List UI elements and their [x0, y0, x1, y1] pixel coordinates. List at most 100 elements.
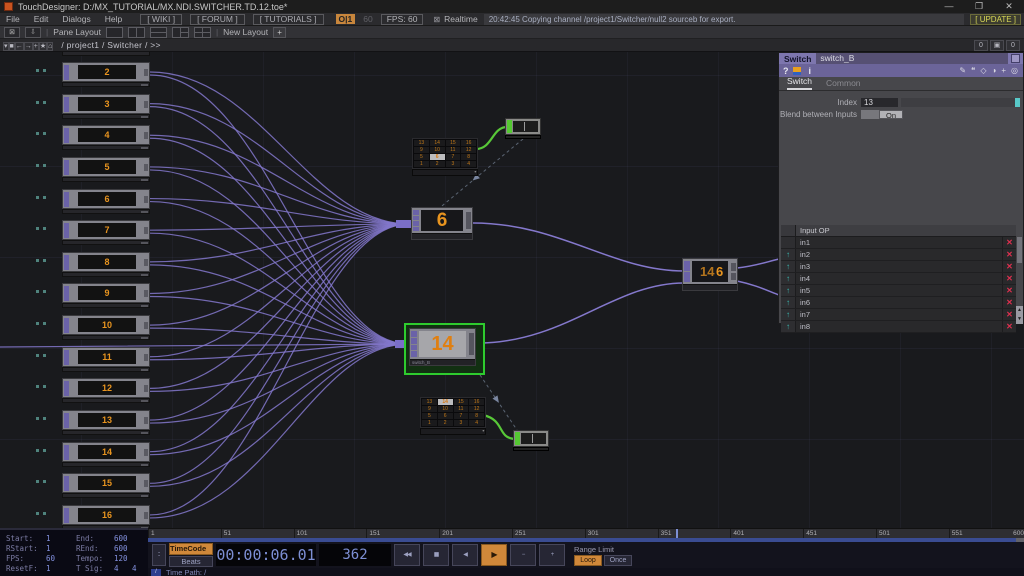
menu-file[interactable]: File: [6, 14, 20, 24]
null-chop-b[interactable]: [513, 430, 549, 452]
add-bookmark-button[interactable]: +: [33, 42, 39, 51]
input-top-node-3[interactable]: 3: [62, 94, 150, 120]
output-connector[interactable]: [144, 164, 148, 171]
selector-cell-5[interactable]: 5: [414, 154, 429, 160]
menu-dialogs[interactable]: Dialogs: [62, 14, 90, 24]
minimize-button[interactable]: —: [934, 1, 964, 12]
input-connectors[interactable]: [684, 261, 690, 282]
input-top-node-13[interactable]: 13: [62, 410, 150, 436]
output-connector[interactable]: [144, 417, 148, 424]
output-connector[interactable]: [144, 512, 148, 519]
output-connector[interactable]: [144, 69, 148, 76]
selector-cell-7[interactable]: 7: [454, 413, 469, 419]
selector-cell-14[interactable]: 14: [430, 140, 445, 146]
input-top-node-12[interactable]: 12: [62, 378, 150, 404]
delete-row-icon[interactable]: ✕: [1003, 250, 1016, 259]
input-top-node-15[interactable]: 15: [62, 473, 150, 499]
output-connector[interactable]: [144, 259, 148, 266]
language-icon[interactable]: [793, 67, 801, 75]
current-op-button[interactable]: ■: [9, 42, 15, 51]
selector-cell-9[interactable]: 9: [414, 147, 429, 153]
layout-preset-hsplit[interactable]: [150, 27, 167, 38]
selector-cell-6[interactable]: 6: [430, 154, 445, 160]
param-tab-common[interactable]: Common: [826, 78, 860, 90]
input-top-node-14[interactable]: 14: [62, 442, 150, 468]
selector-cell-2[interactable]: 2: [430, 161, 445, 167]
output-top-node[interactable]: 14 6: [682, 258, 738, 291]
pane-maximize-button[interactable]: ▣: [990, 40, 1004, 51]
menu-help[interactable]: Help: [105, 14, 122, 24]
selector-cell-14[interactable]: 14: [438, 399, 453, 405]
move-up-icon[interactable]: ↑: [781, 249, 796, 260]
color-wheel-icon[interactable]: ◑: [992, 66, 997, 75]
output-connector[interactable]: [144, 101, 148, 108]
timecode-mode-button[interactable]: TimeCode: [169, 543, 213, 555]
selector-cell-2[interactable]: 2: [438, 420, 453, 426]
selector-cell-13[interactable]: 13: [414, 140, 429, 146]
info-value[interactable]: 1: [46, 564, 76, 573]
input-op-name[interactable]: in1: [796, 237, 1003, 248]
move-up-icon[interactable]: ↑: [781, 297, 796, 308]
selector-cell-15[interactable]: 15: [446, 140, 461, 146]
delete-row-icon[interactable]: ✕: [1003, 286, 1016, 295]
selector-cell-11[interactable]: 11: [454, 406, 469, 412]
layout-preset-single[interactable]: [106, 27, 123, 38]
pause-button[interactable]: ▮▮: [423, 544, 449, 566]
selector-cell-8[interactable]: 8: [469, 413, 484, 419]
index-param-slider[interactable]: [901, 98, 1020, 107]
input-top-node-2[interactable]: 2: [62, 62, 150, 88]
index-param-value[interactable]: 13: [861, 98, 898, 107]
input-op-row-in1[interactable]: in1 ✕: [781, 237, 1016, 249]
input-op-row-in3[interactable]: ↑ in3 ✕: [781, 261, 1016, 273]
selector-cell-10[interactable]: 10: [438, 406, 453, 412]
loop-button[interactable]: Loop: [574, 555, 602, 566]
output-connector[interactable]: [466, 212, 471, 229]
add-parameter-icon[interactable]: +: [1001, 66, 1006, 75]
frame-display[interactable]: 362: [319, 544, 391, 566]
home-button[interactable]: ⌂: [47, 42, 53, 51]
output-connector[interactable]: [144, 132, 148, 139]
output-connector[interactable]: [731, 263, 736, 280]
input-top-node-4[interactable]: 4: [62, 125, 150, 151]
input-connectors[interactable]: [413, 210, 419, 231]
move-up-icon[interactable]: ↑: [781, 321, 796, 332]
jump-to-start-button[interactable]: ◀◀: [394, 544, 420, 566]
scroll-down-button[interactable]: ▼: [1016, 315, 1023, 324]
output-connector[interactable]: [144, 196, 148, 203]
input-op-row-in4[interactable]: ↑ in4 ✕: [781, 273, 1016, 285]
delete-row-icon[interactable]: ✕: [1003, 274, 1016, 283]
move-up-icon[interactable]: ↑: [781, 261, 796, 272]
forward-button[interactable]: →: [24, 42, 33, 51]
network-dropdown-button[interactable]: ▾: [3, 42, 9, 51]
back-button[interactable]: ←: [15, 42, 24, 51]
selector-cell-4[interactable]: 4: [469, 420, 484, 426]
selector-cell-1[interactable]: 1: [414, 161, 429, 167]
step-back-button[interactable]: −: [510, 544, 536, 566]
timeline-options-button[interactable]: ∶: [152, 544, 166, 566]
update-button[interactable]: [ UPDATE ]: [970, 14, 1021, 25]
input-top-node-8[interactable]: 8: [62, 252, 150, 278]
output-connector[interactable]: [144, 480, 148, 487]
slider-handle[interactable]: [1015, 98, 1020, 107]
selector-cell-11[interactable]: 11: [446, 147, 461, 153]
input-connectors[interactable]: [411, 331, 417, 357]
clipped-input-node[interactable]: [62, 52, 150, 56]
input-op-name[interactable]: in5: [796, 285, 1003, 296]
maximize-button[interactable]: ❐: [964, 1, 994, 12]
beats-mode-button[interactable]: Beats: [169, 556, 213, 567]
info-value[interactable]: 1: [46, 534, 76, 543]
input-op-name[interactable]: in4: [796, 273, 1003, 284]
output-connector[interactable]: [144, 227, 148, 234]
input-top-node-10[interactable]: 10: [62, 315, 150, 341]
blend-toggle[interactable]: On: [861, 110, 903, 119]
layout-preset-three[interactable]: [172, 27, 189, 38]
selector-cell-15[interactable]: 15: [454, 399, 469, 405]
input-op-row-in6[interactable]: ↑ in6 ✕: [781, 297, 1016, 309]
selector-cell-3[interactable]: 3: [446, 161, 461, 167]
output-connector[interactable]: [144, 385, 148, 392]
breadcrumb[interactable]: / project1 / Switcher / >>: [61, 40, 160, 50]
null-chop-a[interactable]: [505, 118, 541, 140]
output-connector[interactable]: [144, 449, 148, 456]
layout-preset-vsplit[interactable]: [128, 27, 145, 38]
selector-cell-10[interactable]: 10: [430, 147, 445, 153]
